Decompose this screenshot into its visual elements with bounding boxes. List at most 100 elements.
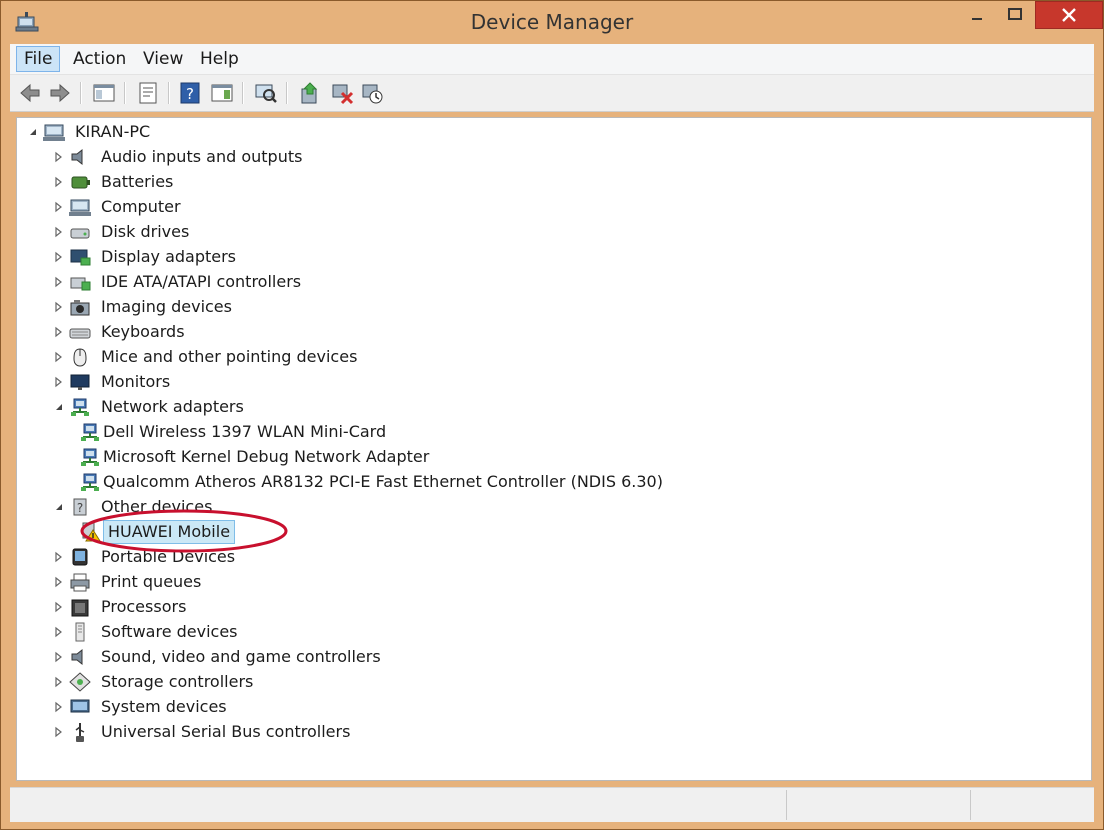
- maximize-button[interactable]: [997, 1, 1033, 29]
- svg-text:?: ?: [77, 501, 83, 515]
- expand-arrow-icon[interactable]: [53, 651, 65, 663]
- tree-item-label: Network adapters: [101, 397, 244, 416]
- tree-item-label: Portable Devices: [101, 547, 236, 566]
- speaker-icon: [71, 648, 83, 666]
- properties-icon[interactable]: [136, 81, 160, 105]
- expand-arrow-icon[interactable]: [53, 726, 65, 738]
- expand-arrow-icon[interactable]: [53, 176, 65, 188]
- expand-arrow-icon[interactable]: [53, 626, 65, 638]
- tree-item-label: Microsoft Kernel Debug Network Adapter: [103, 447, 430, 466]
- computer-icon: [43, 124, 65, 141]
- expand-arrow-icon[interactable]: [53, 601, 65, 613]
- collapse-arrow-icon[interactable]: [53, 401, 65, 413]
- expand-arrow-icon[interactable]: [53, 226, 65, 238]
- collapse-arrow-icon[interactable]: [27, 126, 39, 138]
- tree-item-label: Batteries: [101, 172, 174, 191]
- menu-action[interactable]: Action: [66, 47, 133, 71]
- camera-icon: [70, 300, 90, 316]
- ide-controller-icon: [70, 277, 91, 291]
- processor-icon: [71, 599, 89, 617]
- storage-controller-icon: [69, 672, 91, 692]
- tree-item-label: Processors: [101, 597, 187, 616]
- close-icon: [1062, 8, 1076, 22]
- scan-hardware-icon[interactable]: [254, 81, 278, 105]
- expand-arrow-icon[interactable]: [53, 251, 65, 263]
- svg-text:?: ?: [186, 85, 194, 103]
- expand-arrow-icon[interactable]: [53, 351, 65, 363]
- tree-item-label: IDE ATA/ATAPI controllers: [101, 272, 302, 291]
- show-hide-console-tree-icon[interactable]: [92, 81, 116, 105]
- expand-arrow-icon[interactable]: [53, 676, 65, 688]
- network-adapter-icon: [71, 398, 89, 416]
- tree-item-label: Software devices: [101, 622, 238, 641]
- warning-device-icon: [82, 522, 101, 542]
- tree-root-label: KIRAN-PC: [75, 122, 151, 141]
- expand-arrow-icon[interactable]: [53, 151, 65, 163]
- expand-arrow-icon[interactable]: [53, 576, 65, 588]
- title-bar[interactable]: Device Manager: [1, 1, 1103, 43]
- expand-arrow-icon[interactable]: [53, 376, 65, 388]
- tree-item-label: Qualcomm Atheros AR8132 PCI-E Fast Ether…: [103, 472, 663, 491]
- menu-view[interactable]: View: [136, 47, 190, 71]
- expand-arrow-icon[interactable]: [53, 301, 65, 313]
- tree-item-label: Imaging devices: [101, 297, 232, 316]
- update-driver-icon[interactable]: [298, 81, 322, 105]
- tree-item-label: Keyboards: [101, 322, 185, 341]
- toolbar: ?: [10, 75, 1094, 112]
- tree-item-label: Disk drives: [101, 222, 190, 241]
- tree-item-label: System devices: [101, 697, 227, 716]
- keyboard-icon: [69, 328, 91, 339]
- network-adapter-icon: [81, 423, 99, 441]
- tree-item-label: Print queues: [101, 572, 202, 591]
- tree-item-label: Storage controllers: [101, 672, 254, 691]
- window-title: Device Manager: [470, 10, 634, 34]
- status-cell: [970, 790, 1091, 820]
- computer-icon: [69, 199, 91, 216]
- uninstall-device-icon[interactable]: [360, 81, 384, 105]
- mouse-icon: [73, 348, 87, 367]
- minimize-button[interactable]: [959, 1, 995, 29]
- toolbar-separator: [80, 82, 82, 104]
- tree-item-label: Audio inputs and outputs: [101, 147, 303, 166]
- battery-icon: [71, 176, 90, 189]
- tree-item-label: Other devices: [101, 497, 213, 516]
- expand-arrow-icon[interactable]: [53, 201, 65, 213]
- system-device-icon: [70, 699, 90, 713]
- collapse-arrow-icon[interactable]: [53, 501, 65, 513]
- toolbar-separator: [124, 82, 126, 104]
- forward-icon[interactable]: [48, 81, 72, 105]
- disk-drive-icon: [70, 228, 90, 239]
- software-device-icon: [75, 622, 85, 642]
- status-cell: [786, 790, 971, 820]
- tree-item-label: Computer: [101, 197, 181, 216]
- speaker-icon: [71, 148, 83, 166]
- close-button[interactable]: [1035, 1, 1103, 29]
- expand-arrow-icon[interactable]: [53, 326, 65, 338]
- back-icon[interactable]: [18, 81, 42, 105]
- disable-device-icon[interactable]: [330, 81, 354, 105]
- tree-item-label: Monitors: [101, 372, 171, 391]
- menu-file[interactable]: File: [16, 46, 61, 72]
- toolbar-separator: [242, 82, 244, 104]
- device-manager-window: Device Manager File Action View Help ? K…: [0, 0, 1104, 830]
- tree-item-label: HUAWEI Mobile: [103, 520, 236, 544]
- tree-item-label: Mice and other pointing devices: [101, 347, 358, 366]
- menu-help[interactable]: Help: [193, 47, 246, 71]
- portable-device-icon: [72, 548, 88, 566]
- status-bar: [10, 787, 1094, 822]
- expand-arrow-icon[interactable]: [53, 551, 65, 563]
- expand-arrow-icon[interactable]: [53, 276, 65, 288]
- tree-item-label: Sound, video and game controllers: [101, 647, 381, 666]
- tree-item-label: Dell Wireless 1397 WLAN Mini-Card: [103, 422, 387, 441]
- printer-icon: [70, 573, 90, 592]
- monitor-icon: [70, 374, 90, 390]
- device-tree[interactable]: KIRAN-PC Audio inputs and outputs Batteri…: [16, 117, 1092, 781]
- unknown-device-icon: ?: [73, 498, 87, 516]
- action-pane-icon[interactable]: [210, 81, 234, 105]
- display-adapter-icon: [70, 249, 91, 266]
- tree-item-label: Universal Serial Bus controllers: [101, 722, 351, 741]
- tree-item-label: Display adapters: [101, 247, 237, 266]
- network-adapter-icon: [81, 473, 99, 491]
- help-icon[interactable]: ?: [178, 81, 202, 105]
- expand-arrow-icon[interactable]: [53, 701, 65, 713]
